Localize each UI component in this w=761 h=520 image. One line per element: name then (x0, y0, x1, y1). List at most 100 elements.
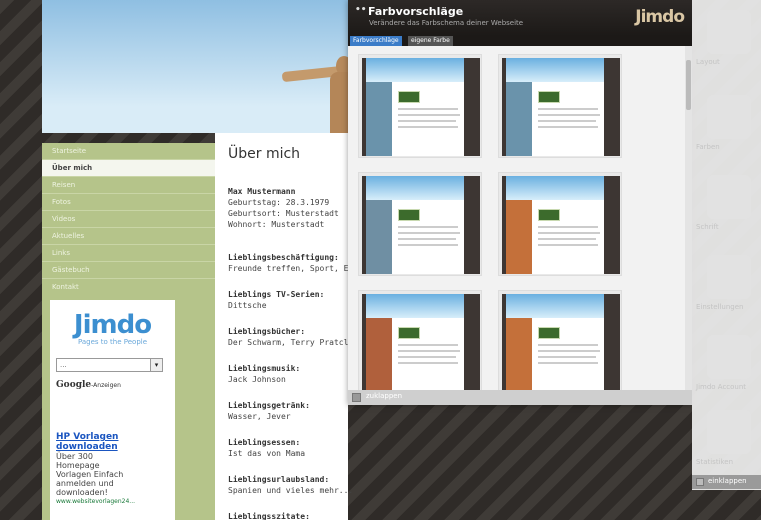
theme-preview-part (464, 294, 480, 390)
nav-item-aktuelles[interactable]: Aktuelles (42, 228, 215, 245)
content-block: Lieblingsszitate: (228, 511, 310, 520)
content-heading: Lieblingsessen: (228, 438, 301, 447)
page-background: Startseite Über mich Reisen Fotos Videos… (0, 0, 761, 520)
admin-toolbar: Layout Farben Schrift Einstellungen Jimd… (692, 0, 761, 490)
theme-thumbnail[interactable] (358, 172, 482, 276)
ad-line: downloaden! (56, 488, 108, 497)
toolbar-label: Farben (696, 143, 720, 151)
theme-preview-part (538, 344, 598, 346)
toolbar-label: Einstellungen (696, 303, 744, 311)
nav-item-startseite[interactable]: Startseite (42, 143, 215, 160)
sidebar-select-value: ... (60, 361, 67, 369)
ad-line: Vorlagen Einfach (56, 470, 124, 479)
ad-url-link[interactable]: www.websitevorlagen24... (56, 497, 168, 506)
theme-preview-part (398, 232, 460, 234)
theme-preview-part (366, 318, 392, 390)
theme-preview-part (398, 244, 458, 246)
sidebar-select[interactable]: ... ▾ (56, 358, 163, 372)
toolbar-label: Layout (696, 58, 720, 66)
theme-preview-part (398, 126, 458, 128)
theme-preview-part (538, 327, 560, 339)
theme-thumbnail[interactable] (358, 290, 482, 390)
theme-preview-part (506, 82, 532, 156)
content-block: Lieblings TV-Serien: Dittsche (228, 289, 324, 311)
nav-item-ueber-mich[interactable]: Über mich (42, 160, 215, 177)
toolbar-item-farben[interactable]: Farben (692, 95, 761, 151)
toolbar-collapse-button[interactable]: einklappen (708, 477, 747, 485)
content-block: Lieblingsurlaubsland: Spanien und vieles… (228, 474, 353, 496)
theme-preview-part (538, 114, 600, 116)
theme-preview-part (398, 362, 458, 364)
theme-preview-part (502, 294, 620, 390)
content-line: Wohnort: Musterstadt (228, 220, 325, 229)
content-block: Lieblingsgetränk: Wasser, Jever (228, 400, 310, 422)
content-block: Lieblingsbeschäftigung: Freunde treffen,… (228, 252, 353, 274)
nav-item-fotos[interactable]: Fotos (42, 194, 215, 211)
content-block: Lieblingsbücher: Der Schwarm, Terry Prat… (228, 326, 348, 348)
content-heading: Lieblingsurlaubsland: (228, 475, 330, 484)
theme-preview-part (502, 176, 620, 274)
tab-eigene-farbe[interactable]: eigene Farbe (408, 36, 453, 46)
theme-preview-part (366, 82, 392, 156)
tab-farbvorschlaege[interactable]: Farbvorschläge (350, 36, 402, 46)
collapse-button[interactable]: zuklappen (366, 392, 402, 400)
toolbar-item-layout[interactable]: Layout (692, 10, 761, 66)
theme-preview-part (464, 58, 480, 156)
theme-preview-part (502, 58, 620, 82)
theme-preview-part (604, 294, 620, 390)
scrollbar[interactable] (685, 46, 692, 390)
content-heading: Lieblingsgetränk: (228, 401, 310, 410)
jimdo-panel-logo: Jimdo (635, 7, 685, 27)
nav-item-videos[interactable]: Videos (42, 211, 215, 228)
paintbrush-icon (706, 95, 751, 139)
drag-handle-icon[interactable]: •• (355, 5, 367, 15)
theme-preview-part (362, 58, 480, 82)
theme-thumbnail[interactable] (498, 172, 622, 276)
header-image (42, 0, 348, 133)
theme-preview-part (362, 176, 480, 200)
theme-preview-part (538, 108, 598, 110)
theme-preview-part (538, 238, 596, 240)
toolbar-item-jimdo-account[interactable]: Jimdo Account (692, 335, 761, 391)
theme-preview-part (506, 200, 532, 274)
content-block: Lieblingsmusik: Jack Johnson (228, 363, 300, 385)
toolbar-item-schrift[interactable]: Schrift (692, 175, 761, 231)
toolbar-footer[interactable]: einklappen (692, 475, 761, 489)
theme-thumbnail[interactable] (358, 54, 482, 158)
theme-preview-part (398, 226, 458, 228)
content-block: Max Mustermann Geburtstag: 28.3.1979 Geb… (228, 186, 339, 230)
content-line: Freunde treffen, Sport, Es (228, 264, 354, 273)
theme-preview-part (538, 120, 596, 122)
content-heading: Lieblingsmusik: (228, 364, 301, 373)
nav-item-gaestebuch[interactable]: Gästebuch (42, 262, 215, 279)
scrollbar-thumb[interactable] (686, 60, 691, 110)
panel-subtitle: Verändere das Farbschema deiner Webseite (369, 19, 524, 27)
content-heading: Lieblingsszitate: (228, 512, 310, 520)
content-line: Wasser, Jever (228, 412, 291, 421)
theme-preview-part (538, 126, 598, 128)
nav-item-links[interactable]: Links (42, 245, 215, 262)
chevron-down-icon[interactable]: ▾ (150, 359, 162, 371)
theme-thumbnail[interactable] (498, 290, 622, 390)
collapse-icon[interactable] (352, 393, 361, 402)
ad-title-link[interactable]: HP Vorlagen downloaden (56, 432, 168, 452)
content-line: Ist das von Mama (228, 449, 306, 458)
toolbar-label: Jimdo Account (696, 383, 747, 391)
theme-preview-part (362, 294, 480, 390)
panel-header[interactable]: •• Farbvorschläge Verändere das Farbsche… (348, 0, 692, 36)
panel-footer[interactable]: zuklappen (348, 390, 692, 405)
theme-thumbnail[interactable] (498, 54, 622, 158)
theme-preview-part (538, 91, 560, 103)
toolbar-item-statistiken[interactable]: Statistiken (692, 410, 761, 466)
toolbar-item-einstellungen[interactable]: Einstellungen (692, 255, 761, 311)
nav-item-reisen[interactable]: Reisen (42, 177, 215, 194)
theme-preview-part (502, 294, 620, 318)
jimdo-logo-text: Jimdo (73, 310, 152, 340)
jimdo-logo[interactable]: Jimdo Pages to the People (56, 310, 169, 346)
jimdo-tagline: Pages to the People (77, 338, 148, 346)
collapse-icon[interactable] (696, 478, 704, 486)
theme-preview-part (398, 209, 420, 221)
theme-preview-part (538, 209, 560, 221)
theme-preview-part (398, 327, 420, 339)
theme-preview-part (538, 362, 598, 364)
